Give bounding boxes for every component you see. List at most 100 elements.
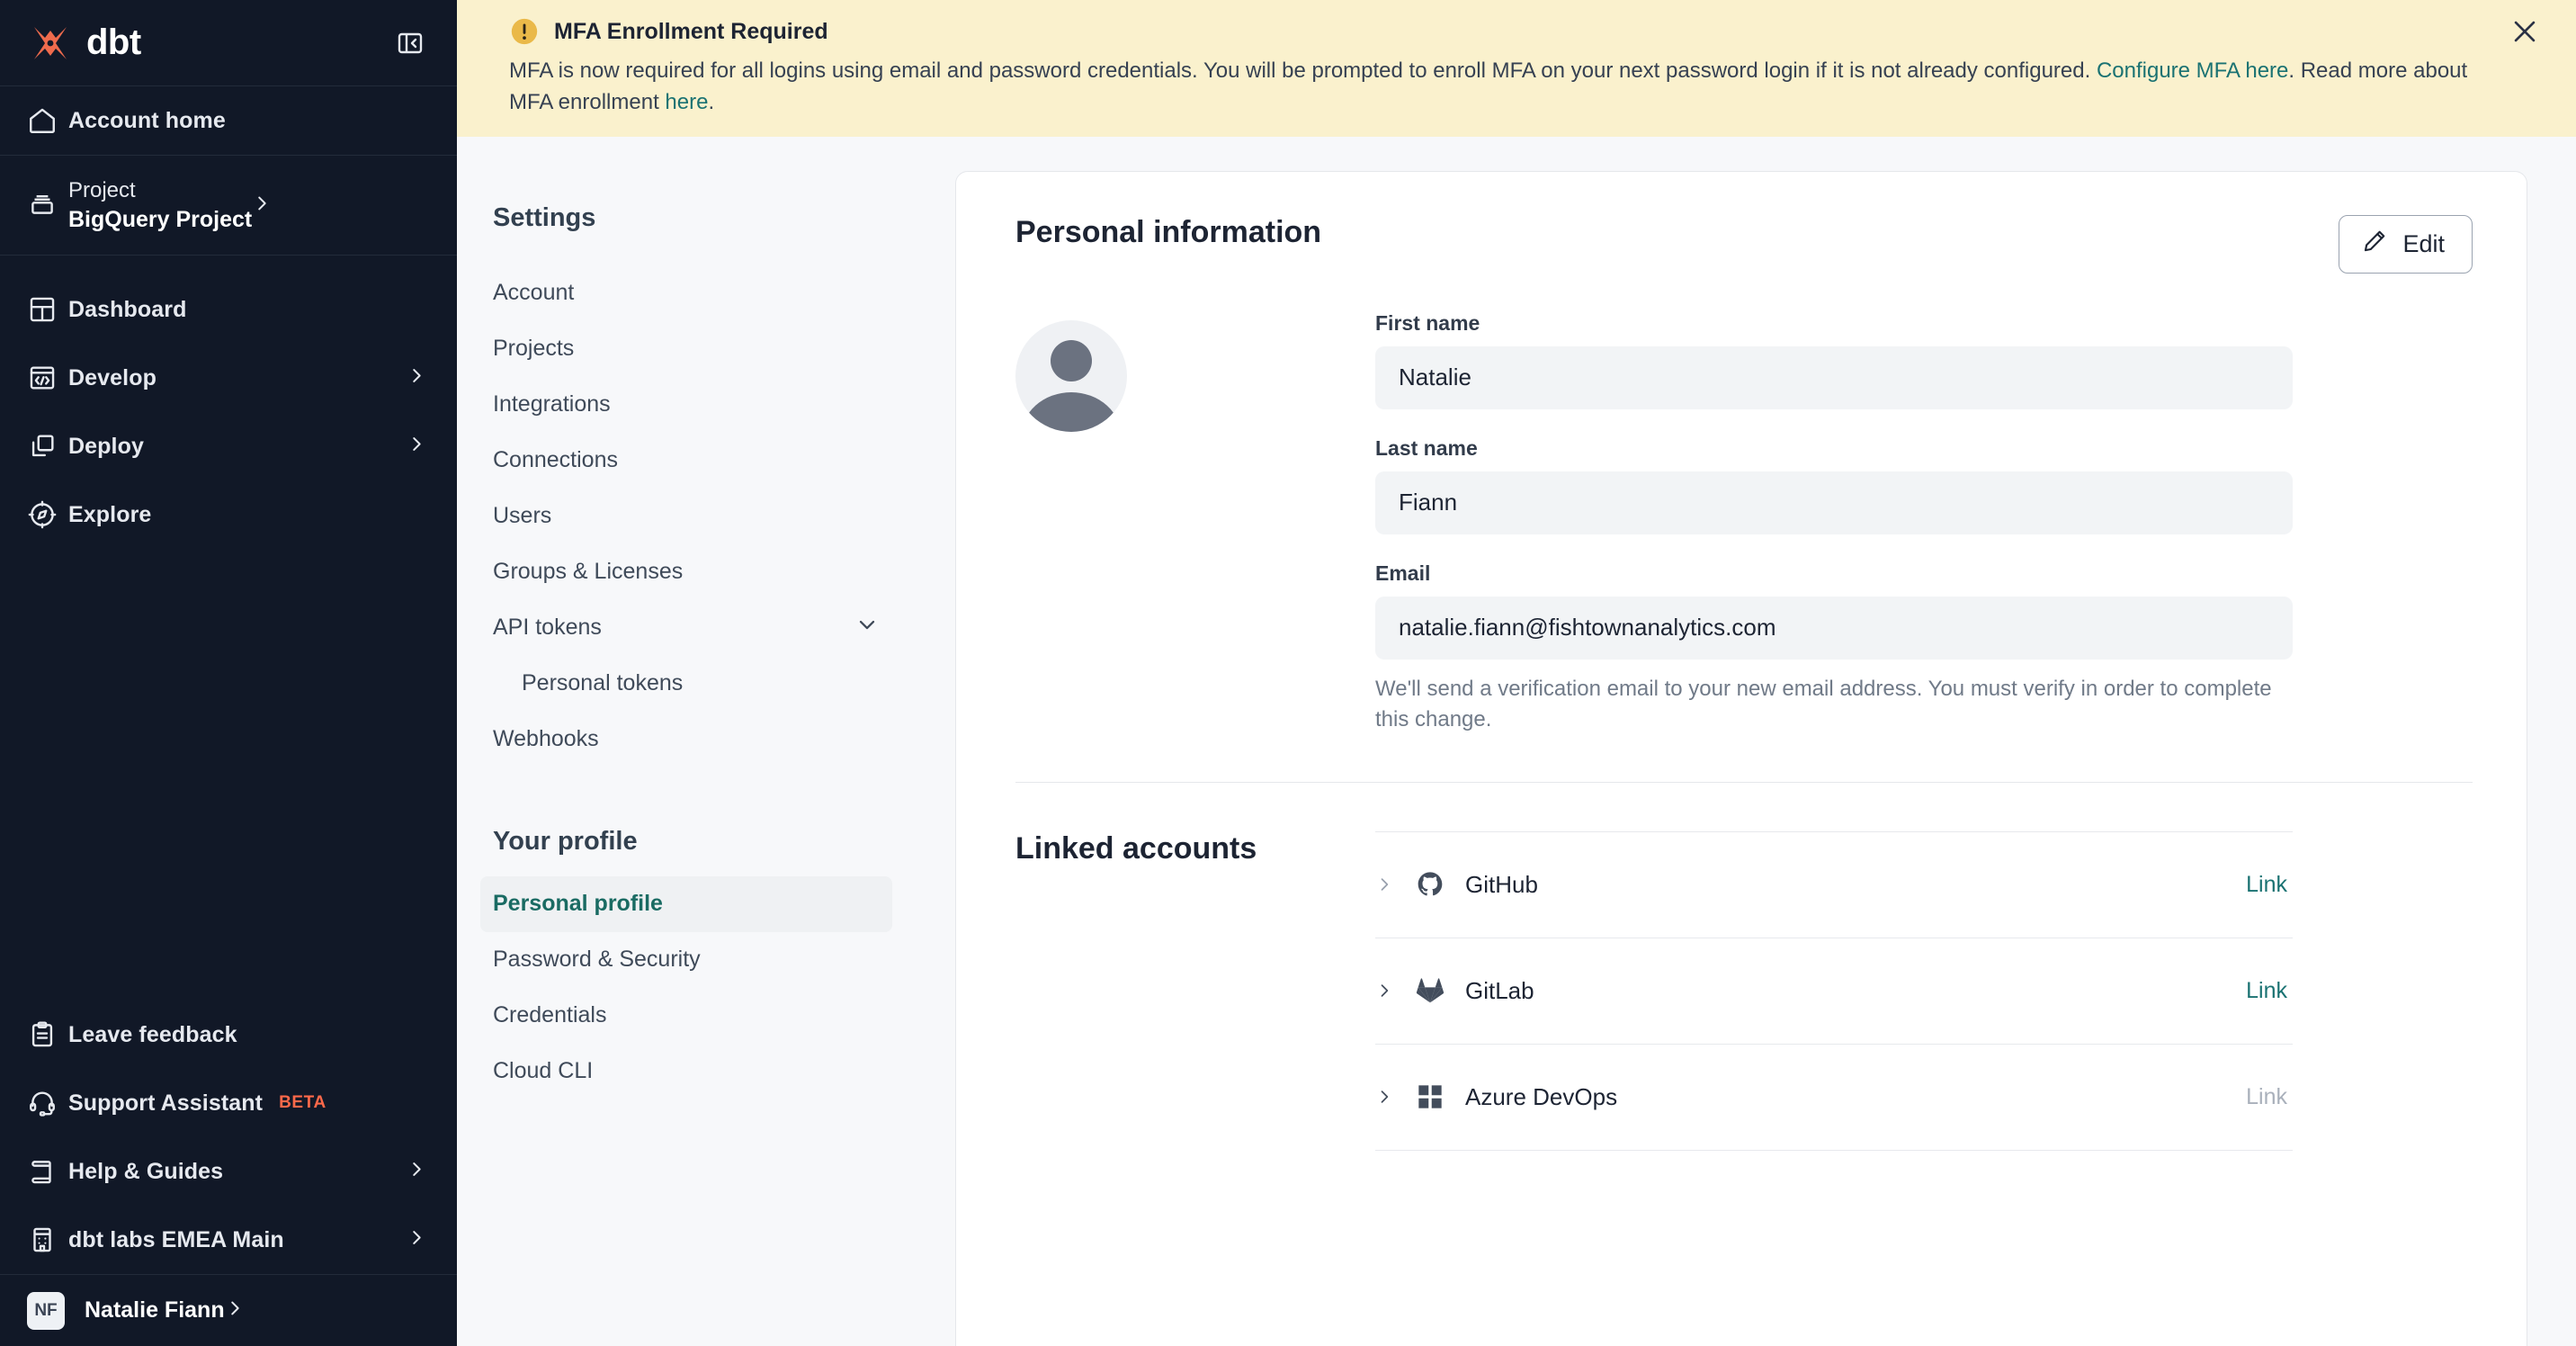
sidebar-item-cloud-cli[interactable]: Cloud CLI [480,1044,892,1099]
dbt-logo-icon [27,20,74,67]
chevron-right-icon [225,1298,245,1323]
last-name-label: Last name [1375,436,2293,461]
sidebar-item-personal-tokens[interactable]: Personal tokens [480,656,892,712]
sidebar-item-users[interactable]: Users [480,489,892,544]
banner-body: MFA is now required for all logins using… [509,56,2468,119]
clipboard-icon [27,1019,68,1050]
linked-accounts-list: GitHub Link [1375,831,2293,1151]
first-name-field-group: First name [1375,311,2293,409]
sidebar-item-webhooks[interactable]: Webhooks [480,712,892,767]
sidebar-item-dashboard[interactable]: Dashboard [0,275,457,344]
sidebar-item-password-security[interactable]: Password & Security [480,932,892,988]
chevron-right-icon [407,435,426,459]
settings-item-label: API tokens [493,615,602,641]
link-github-button[interactable]: Link [2246,872,2293,898]
link-azure-devops-button: Link [2246,1084,2293,1110]
list-item[interactable]: GitHub Link [1375,832,2293,938]
sidebar-item-personal-profile[interactable]: Personal profile [480,876,892,932]
list-item[interactable]: Azure DevOps Link [1375,1045,2293,1151]
fields-column: First name Last name Email We'll send a [1375,311,2293,735]
sidebar-item-help-guides[interactable]: Help & Guides [0,1137,457,1206]
sidebar-item-label: Support Assistant [68,1090,263,1117]
sidebar-project-section: Project BigQuery Project [0,156,457,256]
chevron-right-icon[interactable] [1375,875,1395,893]
chevron-right-icon [407,366,426,390]
pencil-icon [2361,228,2388,261]
sidebar-item-integrations[interactable]: Integrations [480,377,892,433]
banner-text-3: . [708,90,714,114]
linked-account-left: GitHub [1375,869,1538,900]
page-title: Personal information [1015,215,1321,250]
main-content: Personal information Edit [916,137,2576,1346]
linked-accounts-title: Linked accounts [1015,831,1375,866]
azure-devops-icon [1415,1081,1445,1112]
close-icon[interactable] [2504,11,2545,52]
last-name-input[interactable] [1375,471,2293,534]
sidebar-item-groups-licenses[interactable]: Groups & Licenses [480,544,892,600]
sidebar-item-explore[interactable]: Explore [0,480,457,549]
sidebar-item-connections[interactable]: Connections [480,433,892,489]
sidebar-item-account-home[interactable]: Account home [0,86,457,155]
user-name: Natalie Fiann [85,1297,225,1324]
your-profile-heading: Your profile [457,827,916,857]
avatar-column [1015,311,1375,735]
sidebar-item-account[interactable]: Account [480,265,892,321]
sidebar-item-label: Explore [68,502,151,528]
book-icon [27,1156,68,1187]
sidebar-header: dbt [0,0,457,86]
sidebar-item-label: Develop [68,365,157,391]
building-icon [27,1225,68,1255]
settings-item-label: Groups & Licenses [493,559,683,585]
linked-account-left: GitLab [1375,975,1534,1006]
code-window-icon [27,363,68,393]
avatar-body-shape [1021,392,1122,432]
project-name: BigQuery Project [68,207,252,233]
sidebar-item-develop[interactable]: Develop [0,344,457,412]
email-field-group: Email We'll send a verification email to… [1375,561,2293,735]
sidebar-item-user-menu[interactable]: NF Natalie Fiann [0,1274,457,1346]
main-region: MFA Enrollment Required MFA is now requi… [457,0,2576,1346]
edit-button[interactable]: Edit [2339,215,2473,274]
configure-mfa-link[interactable]: Configure MFA here [2097,58,2288,83]
avatar: NF [27,1292,65,1330]
first-name-label: First name [1375,311,2293,336]
banner-title: MFA Enrollment Required [554,19,828,45]
personal-information-row: First name Last name Email We'll send a [1015,311,2473,735]
sidebar-item-organization[interactable]: dbt labs EMEA Main [0,1206,457,1274]
sidebar-item-credentials[interactable]: Credentials [480,988,892,1044]
sidebar-item-support-assistant[interactable]: Support Assistant BETA [0,1069,457,1137]
email-help-text: We'll send a verification email to your … [1375,674,2293,735]
sidebar-item-label: Deploy [68,434,144,460]
settings-item-label: Personal tokens [522,670,683,696]
project-icon [27,188,68,223]
panel-collapse-icon[interactable] [394,27,426,59]
list-item[interactable]: GitLab Link [1375,938,2293,1045]
sidebar-account-home-section: Account home [0,86,457,156]
email-field[interactable] [1375,597,2293,660]
linked-accounts-title-column: Linked accounts [1015,831,1375,1151]
settings-item-label: Account [493,280,574,306]
sidebar-item-projects[interactable]: Projects [480,321,892,377]
chevron-right-icon [407,1160,426,1184]
link-gitlab-button[interactable]: Link [2246,978,2293,1004]
chevron-right-icon[interactable] [1375,982,1395,1000]
settings-sidebar: Settings Account Projects Integrations C… [457,137,916,1346]
linked-account-name: GitLab [1465,977,1534,1005]
mfa-docs-link[interactable]: here [665,90,708,114]
chevron-right-icon[interactable] [1375,1088,1395,1106]
edit-button-label: Edit [2402,230,2445,258]
github-icon [1415,869,1445,900]
brand-logo[interactable]: dbt [27,20,141,67]
content-area: Settings Account Projects Integrations C… [457,137,2576,1346]
sidebar-item-label: Account home [68,108,226,134]
sidebar-item-project[interactable]: Project BigQuery Project [0,156,457,255]
user-avatar-placeholder[interactable] [1015,320,1127,432]
sidebar-item-api-tokens[interactable]: API tokens [480,600,892,656]
sidebar-item-leave-feedback[interactable]: Leave feedback [0,1001,457,1069]
sidebar-bottom-items: Leave feedback Support Assistant BETA [0,1001,457,1274]
first-name-input[interactable] [1375,346,2293,409]
sidebar-item-deploy[interactable]: Deploy [0,412,457,480]
sidebar-item-label: Dashboard [68,297,186,323]
warning-exclamation-icon [509,16,540,47]
settings-item-label: Cloud CLI [493,1058,593,1084]
